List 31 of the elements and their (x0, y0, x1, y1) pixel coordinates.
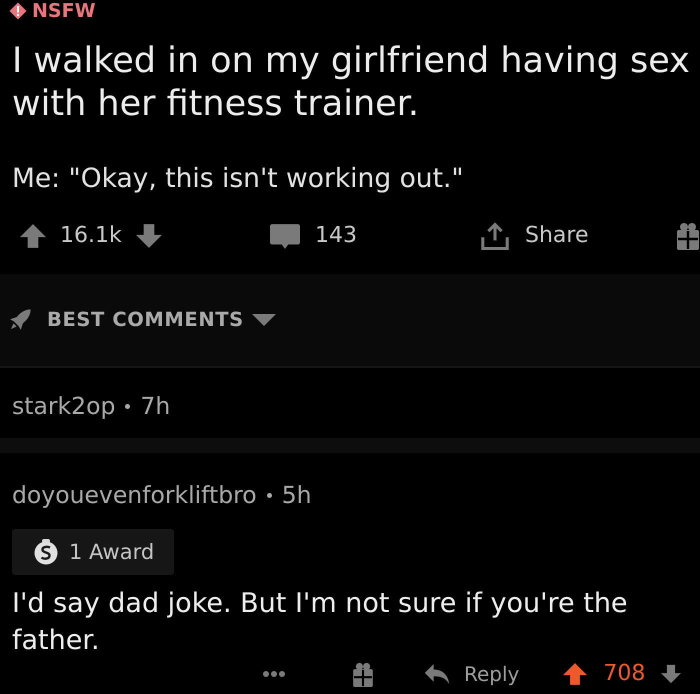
award-coin-icon (34, 539, 58, 565)
more-dots-icon[interactable] (262, 670, 286, 678)
post-title: I walked in on my girlfriend having sex with her fitness trainer. (12, 40, 691, 126)
downvote-arrow-icon[interactable] (136, 223, 162, 249)
warning-diamond-icon (9, 2, 27, 20)
post-body: Me: "Okay, this isn't working out." (12, 163, 464, 195)
gift-icon[interactable] (676, 222, 700, 250)
timestamp: 7h (140, 392, 170, 420)
username-link[interactable]: doyouevenforkliftbro (12, 481, 257, 509)
reply-button[interactable]: Reply (424, 661, 520, 687)
sort-dropdown[interactable]: BEST COMMENTS (47, 308, 276, 332)
share-button[interactable]: Share (480, 222, 676, 250)
vote-score: 16.1k (60, 222, 122, 250)
award-badge[interactable]: 1 Award (12, 529, 174, 575)
gift-icon[interactable] (352, 662, 374, 686)
nsfw-label: NSFW (32, 0, 96, 22)
reply-arrow-icon (424, 664, 450, 684)
comment-count: 143 (315, 222, 357, 250)
separator-dot-icon (266, 492, 272, 498)
award-count: 1 Award (69, 539, 154, 565)
caret-down-icon (252, 314, 276, 326)
comment-icon[interactable] (270, 222, 300, 250)
downvote-arrow-icon[interactable] (661, 664, 682, 684)
vote-score: 708 (603, 660, 646, 688)
username-link[interactable]: stark2op (12, 392, 116, 420)
timestamp: 5h (282, 481, 312, 509)
upvote-arrow-icon[interactable] (563, 662, 588, 686)
upvote-arrow-icon[interactable] (20, 223, 46, 249)
separator-dot-icon (125, 404, 130, 408)
comment-text: I'd say dad joke. But I'm not sure if you're the father. (12, 587, 629, 658)
share-icon (480, 222, 510, 250)
